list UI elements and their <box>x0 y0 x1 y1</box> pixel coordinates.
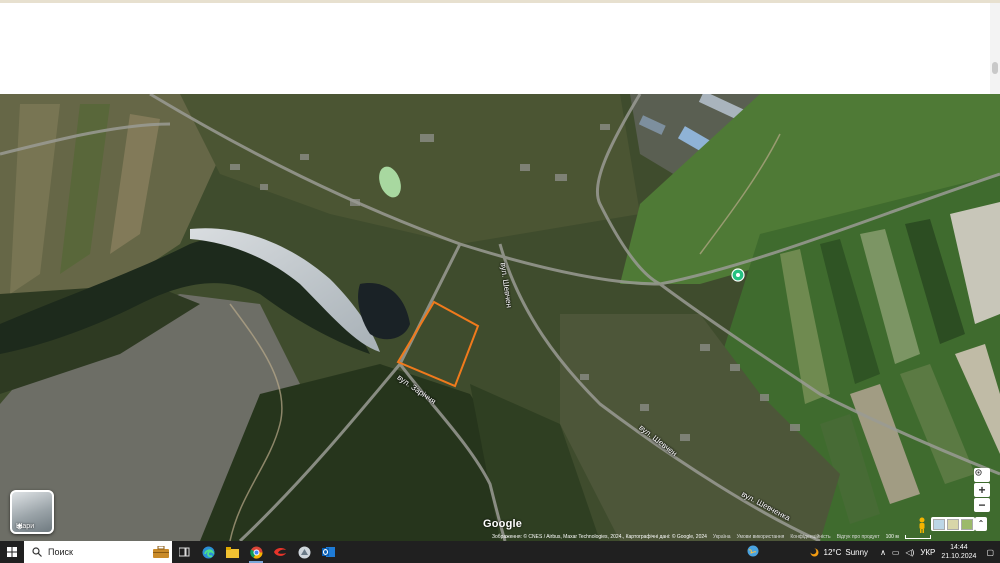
thumbnail-map[interactable] <box>961 518 973 530</box>
scrollbar-thumb[interactable] <box>992 62 998 74</box>
briefcase-icon[interactable] <box>150 541 172 563</box>
browser-top-panel <box>0 0 1000 94</box>
satellite-map[interactable]: вул. Шевчен вул. Заріччя вул. Шевчен вул… <box>0 94 1000 541</box>
scale-label[interactable]: 100 м <box>886 534 899 540</box>
chevron-up-icon[interactable]: ⌃ <box>975 517 987 531</box>
network-icon[interactable]: ▭ <box>892 548 900 557</box>
blank-content-panel <box>0 3 990 94</box>
notification-icon[interactable]: ▢ <box>986 548 994 557</box>
app-icon[interactable] <box>292 541 316 563</box>
thumbnail-terrain[interactable] <box>947 518 959 530</box>
task-view-icon[interactable] <box>172 541 196 563</box>
search-icon <box>32 547 42 557</box>
zoom-in-button[interactable]: + <box>974 483 990 497</box>
clock-time: 14:44 <box>950 544 968 551</box>
scrollbar-track[interactable] <box>990 3 1000 94</box>
map-attribution-bar: Зображення: © CNES / Airbus, Maxar Techn… <box>492 533 1000 541</box>
chrome-icon[interactable] <box>244 541 268 563</box>
windows-start-icon[interactable] <box>0 541 24 563</box>
system-tray: 12°C Sunny ∧ ▭ ◁) УКР 14:44 21.10.2024 ▢ <box>747 541 1000 563</box>
satellite-imagery <box>0 94 1000 541</box>
clock-date: 21.10.2024 <box>941 553 977 560</box>
red-app-icon[interactable] <box>268 541 292 563</box>
layers-icon <box>16 523 23 530</box>
my-location-icon[interactable] <box>974 468 990 482</box>
chevron-up-icon[interactable]: ∧ <box>880 548 886 557</box>
country-link[interactable]: Україна <box>713 534 731 540</box>
weather-condition: Sunny <box>845 547 869 557</box>
file-explorer-icon[interactable] <box>220 541 244 563</box>
privacy-link[interactable]: Конфіденційність <box>790 534 830 540</box>
thumbnail-satellite[interactable] <box>933 518 945 530</box>
clock[interactable]: 14:44 21.10.2024 <box>941 543 976 561</box>
imagery-credit: Зображення: © CNES / Airbus, Maxar Techn… <box>492 534 707 540</box>
pegman-icon[interactable] <box>917 517 927 533</box>
globe-icon[interactable] <box>747 545 759 559</box>
google-logo: Google <box>483 518 523 530</box>
volume-icon[interactable]: ◁) <box>905 548 914 557</box>
edge-icon[interactable] <box>196 541 220 563</box>
zoom-out-button[interactable]: − <box>974 498 990 512</box>
scale-bar <box>904 535 931 539</box>
weather-widget[interactable]: 12°C Sunny <box>809 547 869 558</box>
map-controls: + − <box>974 468 992 513</box>
terms-link[interactable]: Умови використання <box>737 534 785 540</box>
search-placeholder: Поиск <box>48 547 73 557</box>
layers-button[interactable]: Шари <box>10 490 54 534</box>
location-marker-icon[interactable] <box>731 268 745 282</box>
taskbar: Поиск 12°C Sunny ∧ ▭ ◁) УКР 14:44 21.10.… <box>0 541 1000 563</box>
weather-temp: 12°C <box>823 547 842 557</box>
outlook-icon[interactable] <box>316 541 340 563</box>
sun-icon <box>809 547 818 556</box>
map-type-thumbnails[interactable] <box>931 517 975 531</box>
feedback-link[interactable]: Відгук про продукт <box>837 534 880 540</box>
language-indicator[interactable]: УКР <box>920 548 935 557</box>
